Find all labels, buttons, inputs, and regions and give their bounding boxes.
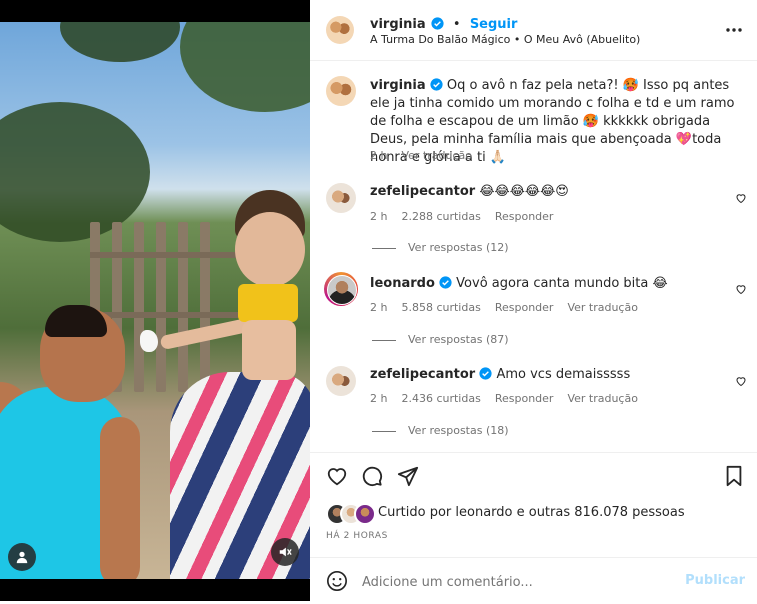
comment-avatar[interactable] bbox=[327, 275, 357, 305]
user-icon bbox=[16, 551, 28, 564]
comment-likes[interactable]: 5.858 curtidas bbox=[401, 301, 480, 314]
verified-badge-icon bbox=[431, 17, 444, 30]
translate-link[interactable]: Ver tradução bbox=[567, 392, 638, 405]
reply-button[interactable]: Responder bbox=[495, 392, 554, 405]
more-horizontal-icon[interactable] bbox=[725, 24, 743, 36]
caption-meta: 2 h Ver tradução bbox=[370, 149, 486, 162]
follow-button[interactable]: Seguir bbox=[470, 17, 518, 32]
like-comment-heart-icon[interactable] bbox=[735, 192, 747, 204]
child-head bbox=[235, 212, 305, 287]
comment-username[interactable]: zefelipecantor bbox=[370, 184, 475, 199]
likes-summary[interactable]: Curtido por leonardo e outras 816.078 pe… bbox=[378, 505, 685, 520]
like-heart-icon[interactable] bbox=[326, 465, 348, 487]
white-flower bbox=[140, 330, 158, 352]
verified-badge-icon bbox=[439, 276, 452, 289]
comment-meta: 2 h 5.858 curtidas Responder Ver tradução bbox=[370, 301, 652, 314]
post-header: virginia • Seguir A Turma Do Balão Mágic… bbox=[310, 0, 757, 61]
comment-row: zefelipecantor Amo vcs demaisssss bbox=[370, 366, 630, 384]
comment-avatar[interactable] bbox=[326, 366, 356, 396]
comment-avatar[interactable] bbox=[326, 183, 356, 213]
translate-link[interactable]: Ver tradução bbox=[567, 301, 638, 314]
share-send-icon[interactable] bbox=[397, 465, 419, 487]
comment-username[interactable]: leonardo bbox=[370, 276, 435, 291]
comment-meta: 2 h 2.436 curtidas Responder Ver tradução bbox=[370, 392, 652, 405]
post-actions: Curtido por leonardo e outras 816.078 pe… bbox=[310, 452, 757, 603]
caption-username[interactable]: virginia bbox=[370, 78, 426, 93]
comment-time[interactable]: 2 h bbox=[370, 301, 387, 314]
view-replies-button[interactable]: Ver respostas (18) bbox=[372, 424, 509, 437]
man-arm bbox=[100, 417, 140, 579]
mute-button[interactable] bbox=[271, 538, 299, 566]
comment-likes[interactable]: 2.288 curtidas bbox=[401, 210, 480, 223]
author-avatar[interactable] bbox=[326, 16, 354, 44]
caption-time[interactable]: 2 h bbox=[370, 149, 387, 162]
bookmark-icon[interactable] bbox=[723, 465, 745, 487]
tree-foliage bbox=[180, 22, 310, 112]
view-replies-button[interactable]: Ver respostas (87) bbox=[372, 333, 509, 346]
verified-badge-icon bbox=[430, 78, 443, 91]
comment-composer: Publicar bbox=[310, 557, 757, 604]
author-username[interactable]: virginia bbox=[370, 17, 426, 32]
comment-bubble-icon[interactable] bbox=[361, 465, 383, 487]
like-comment-heart-icon[interactable] bbox=[735, 283, 747, 295]
audio-track[interactable]: A Turma Do Balão Mágico • O Meu Avô (Abu… bbox=[370, 33, 640, 46]
comment-likes[interactable]: 2.436 curtidas bbox=[401, 392, 480, 405]
video-frame[interactable] bbox=[0, 22, 310, 579]
comment-text: Vovô agora canta mundo bita 😂 bbox=[456, 276, 668, 291]
comment-text: Amo vcs demaisssss bbox=[496, 367, 631, 382]
reply-button[interactable]: Responder bbox=[495, 210, 554, 223]
view-replies-button[interactable]: Ver respostas (12) bbox=[372, 241, 509, 254]
caption-avatar[interactable] bbox=[326, 76, 356, 106]
comment-row: zefelipecantor 😂😂😂😂😂😍 bbox=[370, 183, 569, 201]
emoji-icon[interactable] bbox=[326, 570, 348, 592]
tree-foliage bbox=[60, 22, 180, 62]
comment-input[interactable] bbox=[360, 570, 684, 594]
comment-row: leonardo Vovô agora canta mundo bita 😂 bbox=[370, 275, 668, 293]
post-details-panel: virginia • Seguir A Turma Do Balão Mágic… bbox=[310, 0, 757, 601]
man-hair bbox=[45, 305, 107, 337]
comment-time[interactable]: 2 h bbox=[370, 392, 387, 405]
comment-time[interactable]: 2 h bbox=[370, 210, 387, 223]
speaker-muted-icon bbox=[279, 547, 292, 557]
child-top bbox=[238, 284, 298, 322]
publish-button[interactable]: Publicar bbox=[685, 573, 745, 588]
like-comment-heart-icon[interactable] bbox=[735, 375, 747, 387]
liker-avatar bbox=[354, 503, 376, 525]
verified-badge-icon bbox=[479, 367, 492, 380]
comment-text: 😂😂😂😂😂😍 bbox=[479, 184, 569, 199]
posted-time[interactable]: HÁ 2 HORAS bbox=[326, 531, 388, 541]
child-body bbox=[242, 320, 296, 380]
tree-foliage bbox=[0, 102, 150, 242]
comment-username[interactable]: zefelipecantor bbox=[370, 367, 475, 382]
translate-link[interactable]: Ver tradução bbox=[401, 149, 472, 162]
comment-meta: 2 h 2.288 curtidas Responder bbox=[370, 210, 567, 223]
tagged-users-button[interactable] bbox=[8, 543, 36, 571]
reply-button[interactable]: Responder bbox=[495, 301, 554, 314]
post-media[interactable] bbox=[0, 0, 310, 601]
